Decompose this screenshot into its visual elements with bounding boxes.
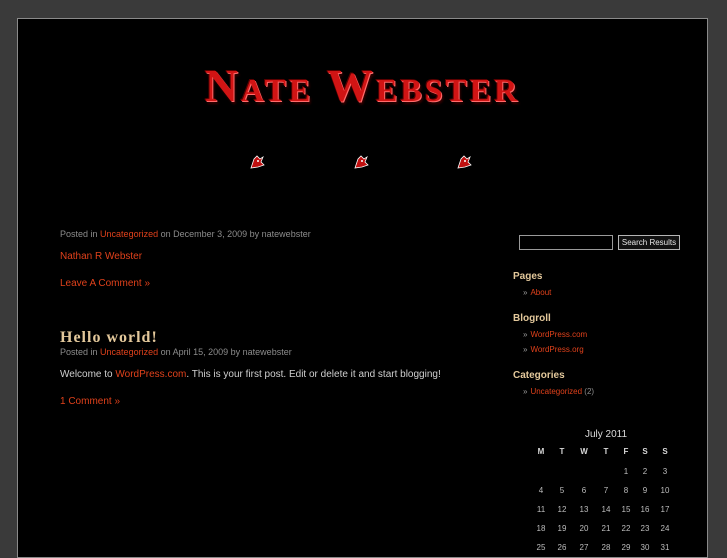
site-title[interactable]: Nate Webster [18, 59, 707, 112]
meta-prefix: Posted in [60, 229, 98, 239]
search-input[interactable] [519, 235, 613, 250]
calendar-day: 29 [621, 543, 631, 552]
comment-link[interactable]: Leave A Comment » [60, 278, 150, 289]
calendar-day-header: M [537, 447, 545, 456]
widget-title-blogroll: Blogroll [513, 313, 551, 324]
calendar-day: 4 [538, 486, 544, 495]
calendar-day-header: W [580, 447, 588, 456]
devil-icon [354, 155, 369, 169]
calendar-day-header: T [603, 447, 609, 456]
calendar-day: 12 [557, 505, 567, 514]
calendar-day: 27 [579, 543, 589, 552]
calendar-day: 22 [621, 524, 631, 533]
post-meta: Posted in Uncategorized on December 3, 2… [60, 229, 311, 239]
calendar-day: 26 [557, 543, 567, 552]
calendar-day: 15 [621, 505, 631, 514]
post-title[interactable]: Hello world! [60, 329, 158, 347]
meta-prefix: Posted in [60, 347, 98, 357]
calendar-day: 18 [536, 524, 546, 533]
body-text: . This is your first post. Edit or delet… [186, 369, 441, 380]
calendar-day-header: S [662, 447, 668, 456]
bullet-icon: » [523, 345, 528, 354]
devil-icon [250, 155, 265, 169]
calendar-day: 6 [581, 486, 587, 495]
body-link[interactable]: WordPress.com [115, 369, 186, 380]
page-frame: Nate Webster Posted in Uncategorized on … [17, 18, 708, 558]
calendar-day: 13 [579, 505, 589, 514]
calendar-day: 20 [579, 524, 589, 533]
calendar-day: 31 [660, 543, 670, 552]
calendar-day: 23 [640, 524, 650, 533]
calendar-day: 25 [536, 543, 546, 552]
calendar-day: 11 [536, 505, 546, 514]
sidebar-item-wordpress-org[interactable]: » WordPress.org [523, 345, 584, 354]
calendar-day: 5 [559, 486, 565, 495]
calendar-day: 16 [640, 505, 650, 514]
widget-title-categories: Categories [513, 370, 565, 381]
bullet-icon: » [523, 387, 528, 396]
calendar-day: 17 [660, 505, 670, 514]
calendar-day: 7 [603, 486, 609, 495]
calendar-day: 19 [557, 524, 567, 533]
search-button[interactable]: Search Results [618, 235, 680, 250]
post-meta: Posted in Uncategorized on April 15, 200… [60, 347, 292, 357]
calendar-day: 10 [660, 486, 670, 495]
calendar-caption: July 2011 [584, 429, 628, 440]
calendar-day-header: F [623, 447, 629, 456]
calendar-day: 28 [601, 543, 611, 552]
comment-link[interactable]: 1 Comment » [60, 396, 120, 407]
devil-icon [457, 155, 472, 169]
calendar-day: 30 [640, 543, 650, 552]
bullet-icon: » [523, 288, 528, 297]
calendar-day: 9 [642, 486, 648, 495]
post-body: Welcome to WordPress.com. This is your f… [60, 369, 441, 380]
calendar-day-header: T [559, 447, 565, 456]
post-content-link[interactable]: Nathan R Webster [60, 251, 142, 262]
bullet-icon: » [523, 330, 528, 339]
category-link[interactable]: Uncategorized [100, 347, 158, 357]
calendar-day: 3 [662, 467, 668, 476]
sidebar-item-wordpress-com[interactable]: » WordPress.com [523, 330, 587, 339]
sidebar-item-uncategorized[interactable]: » Uncategorized (2) [523, 387, 594, 396]
body-text: Welcome to [60, 369, 113, 380]
meta-date: on April 15, 2009 by natewebster [160, 347, 292, 357]
category-count: (2) [584, 387, 595, 396]
calendar-day-header: S [642, 447, 648, 456]
sidebar-item-about[interactable]: » About [523, 288, 551, 297]
meta-date: on December 3, 2009 by natewebster [160, 229, 311, 239]
calendar-day: 24 [660, 524, 670, 533]
calendar-day: 21 [601, 524, 611, 533]
calendar-day: 2 [642, 467, 648, 476]
calendar-day: 1 [623, 467, 629, 476]
category-link[interactable]: Uncategorized [100, 229, 158, 239]
widget-title-pages: Pages [513, 271, 543, 282]
calendar-day: 14 [601, 505, 611, 514]
calendar-day: 8 [623, 486, 629, 495]
